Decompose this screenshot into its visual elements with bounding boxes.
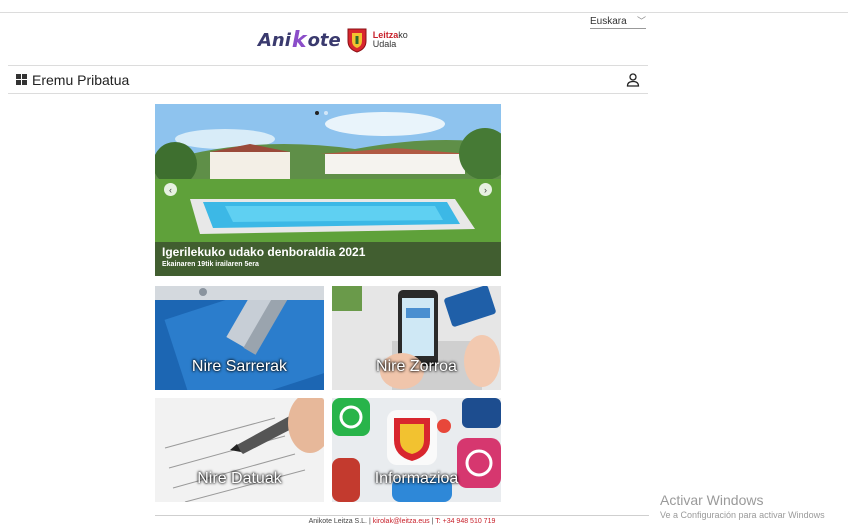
- activate-windows-subtext: Ve a Configuración para activar Windows: [660, 510, 825, 520]
- page-title-text: Eremu Pribatua: [32, 71, 130, 88]
- tile-nire-sarrerak[interactable]: Nire Sarrerak: [155, 286, 324, 390]
- language-select[interactable]: Euskara ﹀: [590, 15, 646, 29]
- tile-label: Informazioa: [374, 470, 459, 487]
- tile-informazioa[interactable]: Informazioa: [332, 398, 501, 502]
- tile-label: Nire Zorroa: [376, 358, 457, 375]
- page-header: Eremu Pribatua: [8, 65, 648, 94]
- activate-windows-watermark: Activar Windows: [660, 492, 764, 508]
- tile-nire-datuak[interactable]: Nire Datuak: [155, 398, 324, 502]
- user-icon[interactable]: [626, 72, 640, 87]
- carousel-subtitle: Ekainaren 19tik irailaren 5era: [162, 261, 259, 268]
- tile-label: Nire Datuak: [197, 470, 282, 487]
- leitza-shield-icon: [347, 27, 367, 53]
- carousel-prev-button[interactable]: ‹: [164, 183, 177, 196]
- carousel-dots[interactable]: [315, 111, 328, 115]
- anikote-logo: Ani k ote: [258, 27, 341, 53]
- chevron-down-icon: ﹀: [636, 16, 646, 26]
- footer-phone[interactable]: T: +34 948 510 719: [435, 518, 495, 525]
- carousel-title: Igerilekuko udako denboraldia 2021: [162, 245, 366, 259]
- footer: Anikote Leitza S.L. | kirolak@leitza.eus…: [308, 518, 496, 525]
- footer-email-link[interactable]: kirolak@leitza.eus: [373, 518, 430, 525]
- leitza-udala-text: Leitzako Udala: [372, 30, 408, 49]
- tile-label: Nire Sarrerak: [191, 358, 288, 375]
- footer-divider: [155, 515, 649, 516]
- page-title: Eremu Pribatua: [16, 72, 129, 88]
- language-selected: Euskara: [590, 16, 627, 27]
- footer-company: Anikote Leitza S.L.: [308, 518, 367, 525]
- top-divider: [0, 12, 848, 13]
- grid-icon: [16, 74, 27, 85]
- carousel-next-button[interactable]: ›: [479, 183, 492, 196]
- carousel-caption: Igerilekuko udako denboraldia 2021 Ekain…: [155, 242, 501, 276]
- hero-carousel[interactable]: ‹ › Igerilekuko udako denboraldia 2021 E…: [155, 104, 501, 276]
- logo-bar[interactable]: Ani k ote Leitzako Udala: [258, 20, 408, 60]
- tile-nire-zorroa[interactable]: Nire Zorroa: [332, 286, 501, 390]
